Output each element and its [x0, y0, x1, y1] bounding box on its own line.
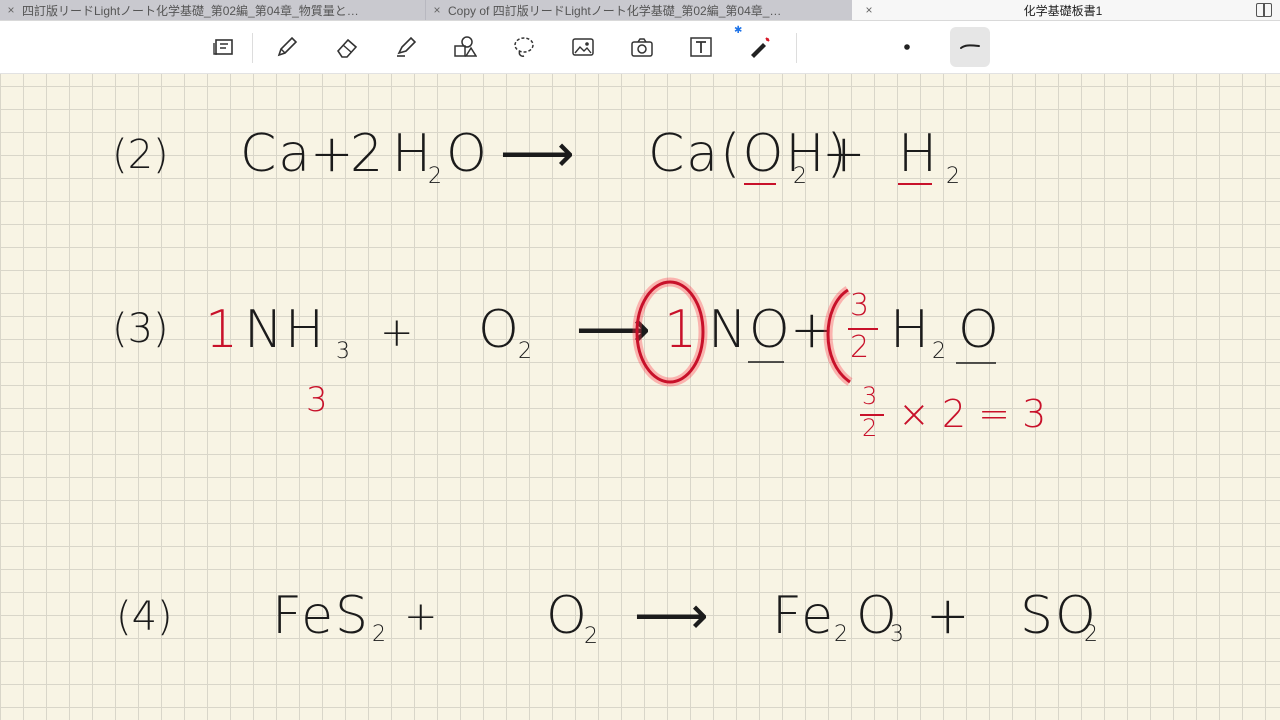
image-icon [572, 38, 594, 56]
chem-term: O [546, 586, 589, 646]
eraser-icon [336, 38, 358, 58]
chem-term: Ca [240, 124, 313, 184]
tab-bar: × 四訂版リードLightノート化学基礎_第02編_第04章_物質量と… × C… [0, 0, 1280, 21]
fraction-numerator: 3 [850, 288, 870, 323]
chem-term: Fe [772, 586, 836, 646]
tab-document-3-active[interactable]: × 化学基礎板書1 [852, 0, 1280, 20]
calc-numerator: 3 [862, 382, 878, 410]
camera-button[interactable] [624, 29, 660, 65]
chem-term: O [478, 300, 521, 360]
tab-title: 四訂版リードLightノート化学基礎_第02編_第04章_物質量と… [22, 3, 359, 18]
pen-tool-button[interactable] [269, 29, 305, 65]
shapes-tool-button[interactable] [446, 29, 482, 65]
annotation-number: 3 [306, 380, 328, 420]
eraser-tool-button[interactable] [329, 29, 365, 65]
chem-term: H [392, 124, 434, 184]
reaction-arrow: ⟶ [634, 586, 711, 646]
shapes-icon [454, 36, 477, 57]
tab-document-1[interactable]: × 四訂版リードLightノート化学基礎_第02編_第04章_物質量と… [0, 0, 426, 20]
problem-label: (2) [112, 132, 169, 178]
calc-denominator: 2 [862, 414, 878, 442]
bluetooth-icon: ✱ [734, 25, 743, 36]
image-button[interactable] [565, 29, 601, 65]
tab-title: 化学基礎板書1 [1023, 3, 1103, 18]
subscript: 2 [946, 164, 960, 189]
tab-document-2[interactable]: × Copy of 四訂版リードLightノート化学基礎_第02編_第04章_… [426, 0, 853, 20]
note-canvas[interactable]: (2) Ca + 2 H 2 O ⟶ Ca(OH) 2 + H 2 (3) 1 … [0, 74, 1280, 720]
camera-icon [631, 38, 653, 57]
underline-marks [748, 361, 996, 364]
subscript: 2 [834, 622, 848, 647]
close-icon[interactable]: × [0, 3, 22, 17]
chem-term: O [446, 124, 489, 184]
dot-size-icon [904, 44, 910, 50]
plus-sign: + [310, 124, 356, 184]
subscript: 2 [1084, 622, 1098, 647]
problem-label: (3) [112, 306, 169, 352]
subscript: 2 [372, 622, 386, 647]
page-layout-icon [213, 39, 233, 55]
calc-expression: × 2 = 3 [898, 392, 1047, 436]
subscript: 2 [584, 624, 598, 649]
coefficient: 2 [350, 124, 386, 184]
coefficient: 1 [205, 300, 241, 360]
highlighter-icon [397, 36, 417, 57]
highlighter-tool-button[interactable] [388, 29, 424, 65]
subscript: 3 [890, 622, 904, 647]
pen-icon [277, 36, 298, 57]
lasso-tool-button[interactable] [506, 29, 542, 65]
chem-term: O [958, 300, 1001, 360]
text-tool-button[interactable] [683, 29, 719, 65]
chem-term: NH [244, 300, 326, 360]
plus-sign: + [404, 594, 438, 640]
laser-pointer-icon [751, 37, 770, 58]
divider [252, 33, 253, 63]
coefficient: 1 [664, 300, 700, 360]
laser-pointer-button[interactable]: ✱ [734, 25, 778, 65]
subscript: 3 [336, 339, 350, 364]
stroke-style-icon [960, 44, 980, 49]
chem-term: Ca(OH) [648, 124, 849, 184]
stroke-size-button[interactable] [889, 29, 925, 65]
chem-term: H [890, 300, 932, 360]
subscript: 2 [428, 164, 442, 189]
plus-sign: + [926, 586, 972, 646]
close-icon[interactable]: × [426, 3, 448, 17]
problem-label: (4) [116, 594, 173, 640]
stroke-style-button[interactable] [950, 27, 990, 67]
plus-sign: + [822, 124, 868, 184]
sidebar-toggle-icon[interactable] [1256, 3, 1272, 17]
plus-sign: + [380, 310, 414, 356]
subscript: 2 [518, 339, 532, 364]
toolbar: ✱ [0, 21, 1280, 74]
lasso-icon [514, 37, 534, 57]
chem-term: NO [708, 300, 792, 360]
page-layout-button[interactable] [206, 29, 242, 65]
divider [796, 33, 797, 63]
text-icon [690, 37, 712, 57]
underline-marks [744, 183, 932, 185]
tab-title: Copy of 四訂版リードLightノート化学基礎_第02編_第04章_… [448, 3, 782, 18]
chem-term: H [898, 124, 940, 184]
chem-term: FeS [272, 586, 371, 646]
reaction-arrow: ⟶ [500, 124, 577, 184]
